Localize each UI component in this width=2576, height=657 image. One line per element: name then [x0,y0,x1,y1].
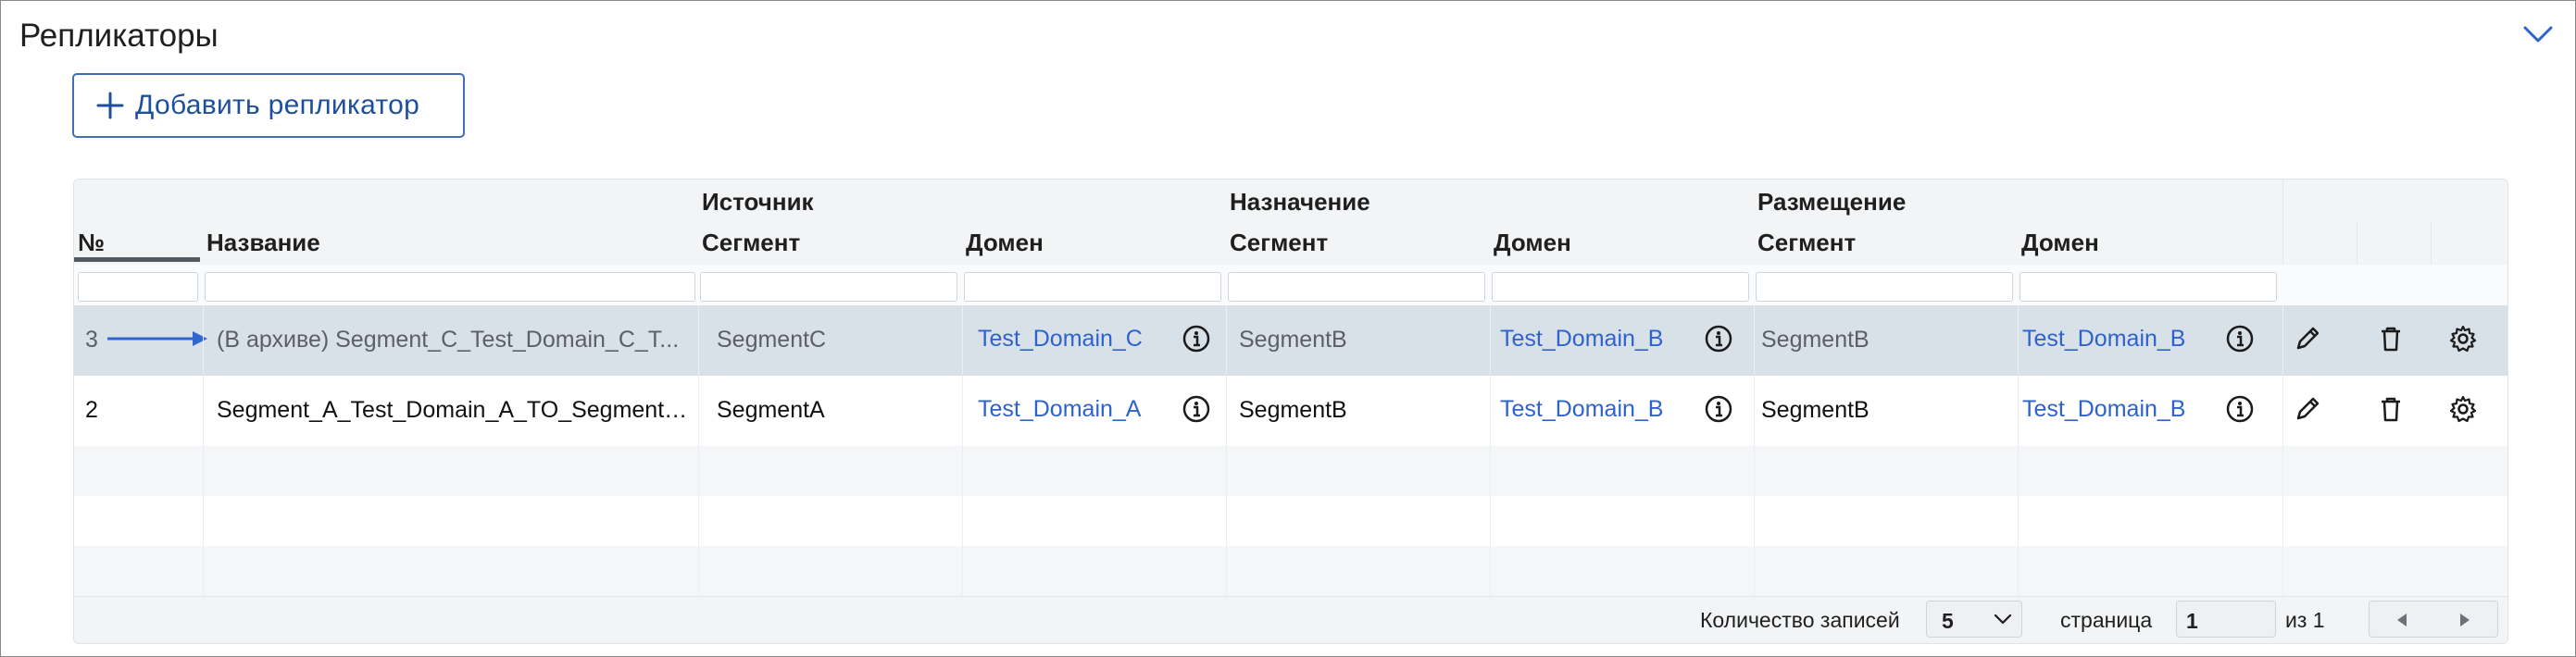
sort-indicator [74,257,200,262]
add-replicator-label: Добавить репликатор [135,90,420,120]
group-header-destination: Назначение [1230,188,1370,216]
row-dest-segment: SegmentB [1239,397,1347,423]
row-dest-domain-link[interactable]: Test_Domain_B [1500,326,1685,353]
column-separator [2018,305,2019,596]
row-source-segment: SegmentC [717,327,827,353]
row-place-domain-link[interactable]: Test_Domain_B [2022,396,2207,423]
column-separator [1490,305,1491,596]
replicators-table: Источник Назначение Размещение № Названи… [73,179,2508,644]
plus-icon [94,90,126,121]
gear-icon[interactable] [2448,394,2478,424]
page-label: страница [2060,608,2153,632]
info-icon[interactable] [2225,394,2255,424]
page-size-value: 5 [1942,609,1954,633]
arrow-right-icon [106,328,209,349]
gear-icon[interactable] [2448,324,2478,353]
column-header-place-domain[interactable]: Домен [2021,229,2099,257]
filter-dest-segment-input[interactable] [1228,272,1485,302]
page-size-select[interactable]: 5 [1926,601,2022,638]
row-source-segment: SegmentA [717,397,825,423]
group-header-placement: Размещение [1757,188,1907,216]
filter-dest-domain-input[interactable] [1492,272,1749,302]
row-number: 3 [85,327,98,353]
column-header-place-segment[interactable]: Сегмент [1757,229,1856,257]
column-separator [698,305,699,596]
empty-row [74,446,2507,496]
info-icon[interactable] [2225,324,2255,353]
row-number: 2 [85,397,98,423]
column-separator [1226,305,1227,596]
row-name: Segment_A_Test_Domain_A_TO_Segment_... [217,397,694,423]
column-separator [2282,305,2283,596]
filter-place-segment-input[interactable] [1756,272,2013,302]
chevron-down-icon [1994,613,2012,630]
page-total-label: из 1 [2285,608,2325,632]
pencil-icon[interactable] [2293,394,2322,424]
row-source-domain-link[interactable]: Test_Domain_A [978,396,1163,423]
row-dest-domain-link[interactable]: Test_Domain_B [1500,396,1685,423]
page-number-value: 1 [2186,609,2198,633]
column-header-dest-segment[interactable]: Сегмент [1230,229,1328,257]
records-count-label: Количество записей [1700,608,1900,632]
row-name: (В архиве) Segment_C_Test_Domain_C_T... [217,327,680,353]
filter-source-segment-input[interactable] [700,272,957,302]
column-header-name[interactable]: Название [206,229,320,257]
caret-left-icon[interactable] [2395,613,2408,632]
replicators-panel: Репликаторы Добавить репликатор Источник… [0,0,2576,657]
column-separator [1754,305,1755,596]
trash-icon[interactable] [2376,394,2406,424]
info-icon[interactable] [1704,324,1733,353]
column-header-source-domain[interactable]: Домен [966,229,1044,257]
column-separator [962,305,963,596]
row-place-segment: SegmentB [1761,397,1869,423]
group-header-source: Источник [702,188,814,216]
empty-row [74,546,2507,596]
filter-name-input[interactable] [205,272,695,302]
column-header-number[interactable]: № [78,229,105,257]
filter-source-domain-input[interactable] [964,272,1221,302]
add-replicator-button[interactable]: Добавить репликатор [72,73,465,138]
caret-right-icon[interactable] [2458,613,2471,632]
filter-number-input[interactable] [78,272,198,302]
filter-place-domain-input[interactable] [2020,272,2277,302]
empty-row [74,496,2507,546]
info-icon[interactable] [1182,324,1211,353]
pencil-icon[interactable] [2293,324,2322,353]
row-place-segment: SegmentB [1761,327,1869,353]
row-place-domain-link[interactable]: Test_Domain_B [2022,326,2207,353]
trash-icon[interactable] [2376,324,2406,353]
column-header-dest-domain[interactable]: Домен [1494,229,1571,257]
section-title: Репликаторы [19,18,219,54]
row-dest-segment: SegmentB [1239,327,1347,353]
column-header-source-segment[interactable]: Сегмент [702,229,800,257]
info-icon[interactable] [1182,394,1211,424]
column-separator [203,305,204,596]
page-number-input[interactable]: 1 [2176,601,2276,638]
collapse-chevron-icon[interactable] [2521,23,2555,45]
info-icon[interactable] [1704,394,1733,424]
page-nav-group [2369,601,2498,638]
row-source-domain-link[interactable]: Test_Domain_C [978,326,1163,353]
